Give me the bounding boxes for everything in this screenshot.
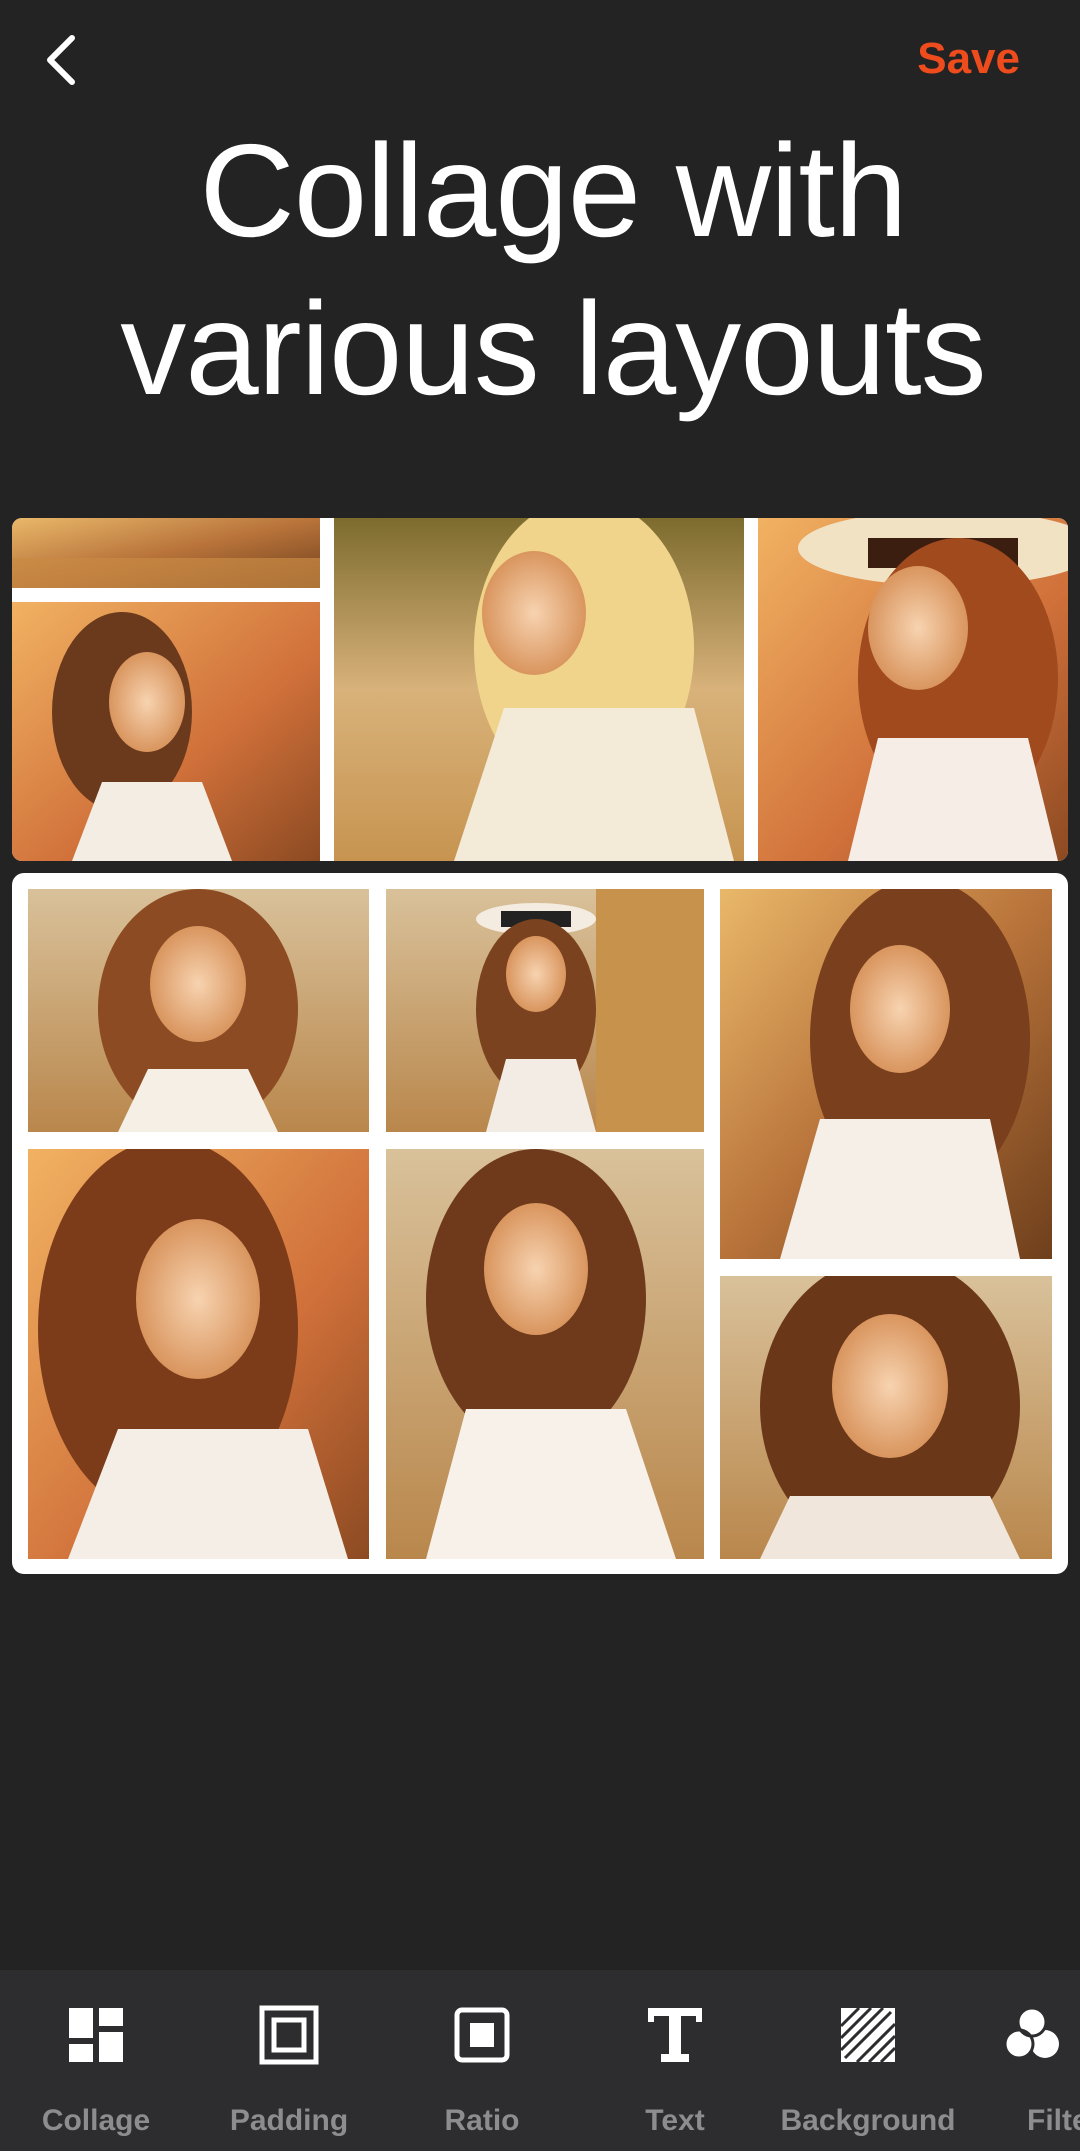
top-bar: Save (0, 0, 1080, 120)
tool-label: Background (780, 2104, 956, 2137)
photo-cell[interactable] (12, 602, 320, 861)
photo-cell[interactable] (720, 889, 1052, 1259)
ratio-square-icon (451, 2004, 513, 2066)
tool-background[interactable]: Background (778, 1970, 958, 2151)
photo-cell[interactable] (334, 518, 744, 861)
photo-cell[interactable] (386, 1149, 704, 1559)
tool-label: Filte (1027, 2104, 1080, 2137)
save-button[interactable]: Save (917, 34, 1020, 84)
photo-cell[interactable] (28, 1149, 369, 1559)
photo-cell[interactable] (386, 889, 704, 1132)
chevron-left-icon[interactable] (38, 30, 86, 90)
collage-layout-icon (65, 2004, 127, 2066)
collage-layout-2[interactable] (12, 873, 1068, 1574)
tool-label: Ratio (444, 2104, 520, 2137)
photo-cell[interactable] (12, 518, 320, 588)
tool-label: Text (645, 2104, 705, 2137)
page-title: Collage with various layouts (0, 112, 1080, 428)
tool-label: Padding (229, 2104, 349, 2137)
title-line-2: various layouts (120, 275, 986, 422)
tool-filter[interactable]: Filte (971, 1970, 1080, 2151)
title-line-1: Collage with (199, 117, 907, 264)
photo-cell[interactable] (758, 518, 1068, 861)
tool-collage[interactable]: Collage (6, 1970, 186, 2151)
photo-cell[interactable] (28, 889, 369, 1132)
tool-label: Collage (41, 2104, 151, 2137)
padding-frame-icon (258, 2004, 320, 2066)
text-t-icon (644, 2004, 706, 2066)
background-hatch-icon (837, 2004, 899, 2066)
bottom-toolbar: Collage Padding Ratio Text Background Fi… (0, 1970, 1080, 2151)
tool-ratio[interactable]: Ratio (392, 1970, 572, 2151)
tool-text[interactable]: Text (585, 1970, 765, 2151)
collage-layout-1[interactable] (12, 518, 1068, 861)
photo-cell[interactable] (720, 1276, 1052, 1559)
filter-circles-icon (1001, 2004, 1063, 2066)
tool-padding[interactable]: Padding (199, 1970, 379, 2151)
